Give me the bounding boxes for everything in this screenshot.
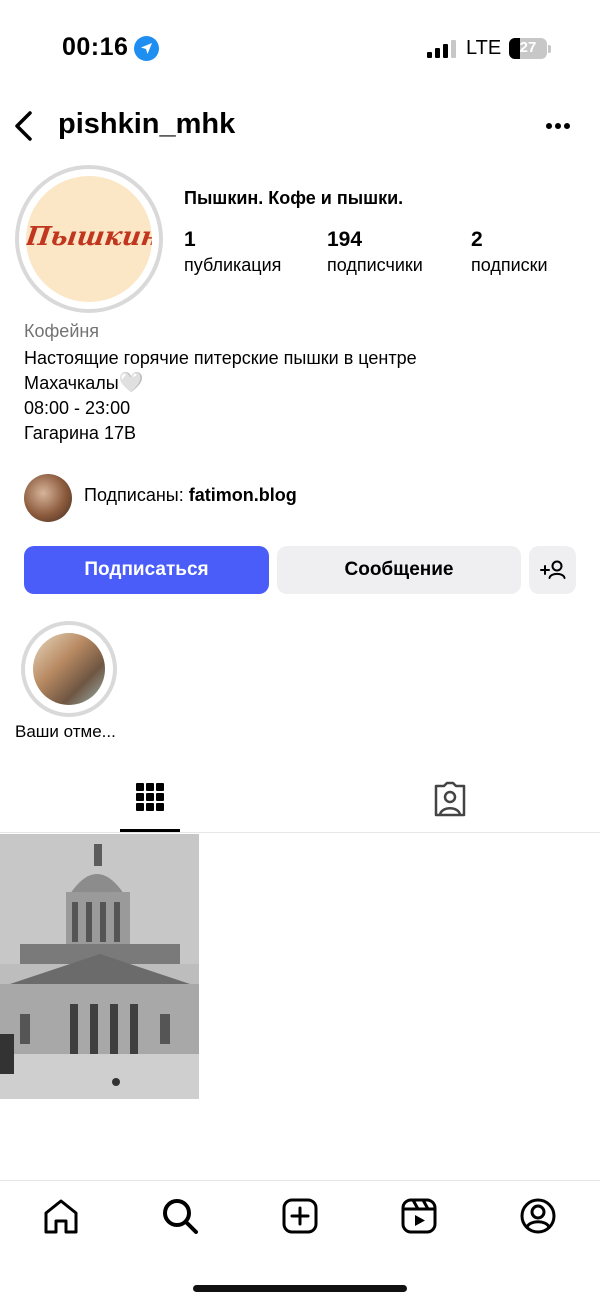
heart-emoji: 🤍 — [118, 372, 144, 394]
stat-value: 1 — [184, 228, 196, 251]
tab-grid[interactable] — [120, 770, 180, 832]
stat-posts[interactable]: 1 публикация — [184, 228, 281, 276]
battery-cap — [548, 45, 551, 53]
profile-avatar[interactable]: Пышкин — [15, 165, 163, 313]
battery-icon: 27 — [509, 38, 547, 59]
highlight-label: Ваши отме... — [15, 722, 116, 741]
post-thumbnail[interactable] — [0, 834, 199, 1099]
profile-icon — [520, 1198, 556, 1234]
stat-label: подписчики — [327, 255, 423, 275]
battery-percent: 27 — [519, 39, 537, 56]
followed-by-prefix: Подписаны: — [84, 485, 189, 505]
tagged-person-icon — [434, 781, 466, 817]
nav-reels[interactable] — [399, 1196, 439, 1236]
nav-profile[interactable] — [518, 1196, 558, 1236]
search-icon — [163, 1199, 198, 1234]
display-name: Пышкин. Кофе и пышки. — [184, 188, 404, 208]
stat-label: подписки — [471, 255, 548, 275]
stat-following[interactable]: 2 подписки — [471, 228, 548, 276]
nav-search[interactable] — [160, 1196, 200, 1236]
back-icon[interactable] — [10, 108, 40, 144]
profile-bio: Настоящие горячие питерские пышки в цент… — [24, 346, 417, 446]
follow-button[interactable]: Подписаться — [24, 546, 269, 594]
add-person-icon — [540, 560, 566, 579]
bio-line: Настоящие горячие питерские пышки в цент… — [24, 348, 417, 368]
reels-icon — [401, 1198, 437, 1234]
message-button[interactable]: Сообщение — [277, 546, 521, 594]
highlight-image — [33, 633, 105, 705]
tabs-divider — [0, 832, 600, 833]
location-arrow-icon — [134, 36, 159, 61]
stat-value: 2 — [471, 228, 483, 251]
home-icon — [44, 1199, 78, 1234]
mutual-follower-avatar[interactable] — [24, 474, 72, 522]
avatar-logo-text: Пышкин — [26, 222, 152, 252]
nav-create[interactable] — [280, 1196, 320, 1236]
status-time: 00:16 — [62, 33, 129, 61]
stat-value: 194 — [327, 228, 363, 251]
story-highlight[interactable] — [21, 621, 117, 717]
status-bar: 00:16 LTE 27 — [0, 0, 600, 100]
bio-address: Гагарина 17В — [24, 423, 136, 443]
stat-label: публикация — [184, 255, 282, 275]
avatar-image: Пышкин — [26, 176, 152, 302]
post-image — [0, 834, 199, 1099]
tab-tagged[interactable] — [420, 770, 480, 832]
nav-home[interactable] — [41, 1196, 81, 1236]
bio-hours: 08:00 - 23:00 — [24, 398, 131, 418]
bio-line-text: Махачкалы — [24, 373, 119, 393]
more-horizontal-icon[interactable] — [540, 112, 576, 140]
stat-followers[interactable]: 194 подписчики — [327, 228, 423, 276]
grid-icon — [136, 783, 164, 811]
followed-by[interactable]: Подписаны: fatimon.blog — [84, 485, 297, 506]
create-icon — [282, 1198, 318, 1234]
network-type: LTE — [466, 37, 502, 59]
profile-username: pishkin_mhk — [58, 108, 236, 140]
followed-by-user: fatimon.blog — [188, 485, 297, 505]
home-indicator[interactable] — [193, 1285, 407, 1292]
add-person-button[interactable] — [529, 546, 576, 594]
profile-category: Кофейня — [24, 321, 100, 341]
cellular-signal-icon — [427, 40, 457, 58]
bottom-nav-divider — [0, 1180, 600, 1181]
bio-line: Махачкалы🤍 — [24, 371, 417, 396]
